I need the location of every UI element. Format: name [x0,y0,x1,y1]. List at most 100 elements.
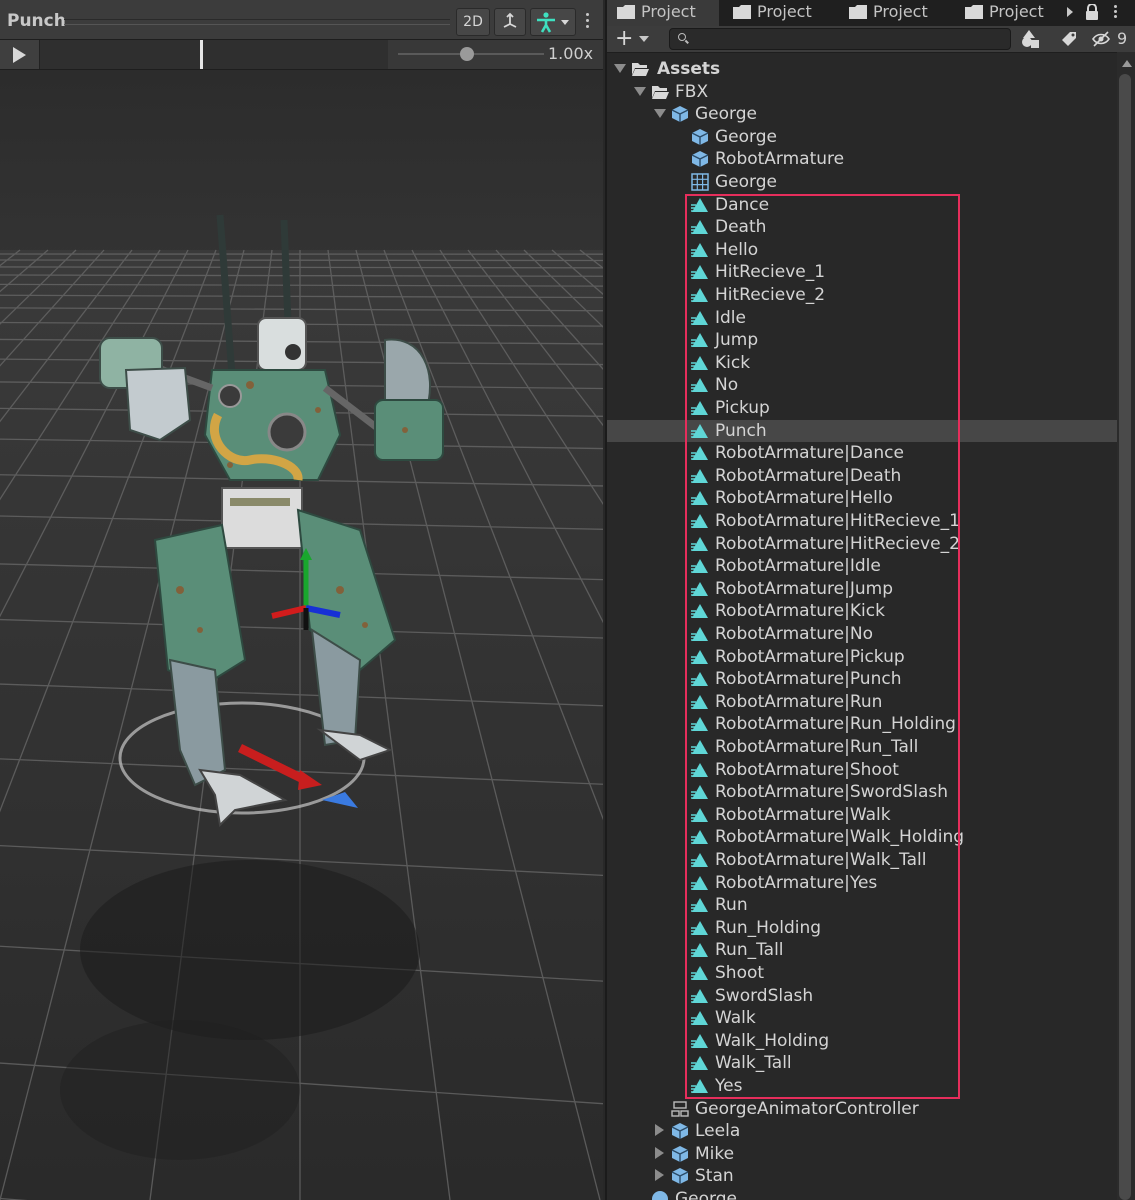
animation-clip-item[interactable]: Run_Holding [607,917,1117,939]
animation-clip-item[interactable]: RobotArmature|Dance [607,442,1117,464]
preview-menu-icon[interactable] [586,13,590,31]
pivot-toggle-button[interactable] [494,8,526,36]
expand-arrow-icon[interactable] [654,109,666,119]
animation-clip-item[interactable]: Run [607,894,1117,916]
animation-clip-item[interactable]: Punch [607,419,1117,442]
tab-project-1[interactable]: Project [607,0,719,26]
tree-item-george-mesh[interactable]: George [607,126,1117,148]
animation-clip-item[interactable]: RobotArmature|Run [607,691,1117,713]
tree-item-label: Walk [715,1008,756,1029]
animation-clip-item[interactable]: RobotArmature|Walk [607,804,1117,826]
tab-label: Project [641,2,696,21]
animation-clip-item[interactable]: RobotArmature|Kick [607,600,1117,622]
animation-clip-icon [691,898,708,913]
animation-clip-icon [691,694,708,709]
tree-item-label: Assets [657,59,721,79]
animation-clip-item[interactable]: Idle [607,307,1117,329]
tab-project-4[interactable]: Project [955,0,1067,26]
animation-clip-item[interactable]: Walk_Tall [607,1052,1117,1074]
animation-clip-item[interactable]: RobotArmature|No [607,623,1117,645]
animation-clip-item[interactable]: HitRecieve_1 [607,261,1117,283]
animation-clip-icon [691,649,708,664]
create-button[interactable]: + [615,26,633,52]
toggle-2d-button[interactable]: 2D [456,8,490,36]
animation-clip-item[interactable]: Hello [607,239,1117,261]
search-field[interactable] [669,28,1011,50]
tree-item-partial[interactable]: George [607,1188,1117,1200]
tree-item-george-avatar[interactable]: George [607,171,1117,193]
collapsed-arrow-icon[interactable] [655,1124,664,1137]
animation-clip-item[interactable]: RobotArmature|Walk_Holding [607,826,1117,848]
collapsed-arrow-icon[interactable] [655,1146,664,1159]
preview-viewport[interactable] [0,70,603,1200]
animation-clip-item[interactable]: Walk_Holding [607,1030,1117,1052]
play-button[interactable] [0,40,40,69]
animation-clip-item[interactable]: RobotArmature|Yes [607,872,1117,894]
model-prefab-icon [671,1123,689,1140]
chevron-down-icon[interactable] [639,36,649,42]
animation-clip-item[interactable]: Yes [607,1075,1117,1097]
playhead[interactable] [200,40,203,69]
animation-clip-item[interactable]: Run_Tall [607,939,1117,961]
animation-clip-item[interactable]: RobotArmature|SwordSlash [607,781,1117,803]
animation-clip-item[interactable]: Pickup [607,397,1117,419]
animation-clip-item[interactable]: RobotArmature|Punch [607,668,1117,690]
collapsed-arrow-icon[interactable] [655,1169,664,1182]
search-by-type-icon[interactable] [1017,28,1047,50]
tree-item-fbx[interactable]: FBX [607,81,1117,103]
animation-clip-item[interactable]: RobotArmature|Run_Holding [607,713,1117,735]
tab-label: Project [757,2,812,21]
animation-clip-item[interactable]: RobotArmature|Pickup [607,646,1117,668]
animation-clip-item[interactable]: HitRecieve_2 [607,284,1117,306]
tree-item-label: Kick [715,352,751,373]
animation-preview-panel: Punch 2D 1.00x [0,0,603,1200]
tab-project-3[interactable]: Project [839,0,951,26]
tab-project-2[interactable]: Project [723,0,835,26]
tree-item-label: Idle [715,307,746,328]
tree-item-animator-controller[interactable]: GeorgeAnimatorController [607,1098,1117,1120]
avatar-selector-button[interactable] [530,8,576,36]
animation-clip-item[interactable]: No [607,374,1117,396]
animation-clip-item[interactable]: RobotArmature|Hello [607,487,1117,509]
panel-menu-icon[interactable] [1114,5,1117,20]
timeline-scrubber[interactable] [40,40,388,69]
animation-clip-item[interactable]: RobotArmature|HitRecieve_1 [607,510,1117,532]
animation-clip-item[interactable]: Jump [607,329,1117,351]
animation-clip-item[interactable]: RobotArmature|Shoot [607,759,1117,781]
animation-clip-item[interactable]: Shoot [607,962,1117,984]
tree-item-model[interactable]: Stan [607,1165,1117,1187]
animation-clip-item[interactable]: RobotArmature|Death [607,465,1117,487]
tab-overflow-arrow-icon[interactable] [1067,7,1073,17]
animation-clip-item[interactable]: Dance [607,194,1117,216]
label-tag-icon[interactable] [1054,28,1084,50]
speed-slider-knob[interactable] [460,47,474,61]
animation-clip-item[interactable]: RobotArmature|Run_Tall [607,736,1117,758]
animation-clip-item[interactable]: RobotArmature|Jump [607,578,1117,600]
lock-icon[interactable] [1085,4,1099,20]
project-tab-bar: Project Project Project Project [607,0,1135,26]
tree-item-model[interactable]: Mike [607,1143,1117,1165]
tree-item-assets[interactable]: Assets [607,58,1117,80]
tree-item-robot-armature[interactable]: RobotArmature [607,148,1117,170]
model-prefab-icon [671,1145,689,1162]
tree-item-label: George [695,104,757,125]
tree-item-label: Pickup [715,398,770,418]
animation-clip-item[interactable]: SwordSlash [607,985,1117,1007]
animation-clip-item[interactable]: Kick [607,352,1117,374]
animation-clip-item[interactable]: RobotArmature|Idle [607,555,1117,577]
animation-clip-item[interactable]: Walk [607,1007,1117,1029]
scroll-thumb[interactable] [1119,74,1131,1200]
animation-clip-item[interactable]: RobotArmature|HitRecieve_2 [607,533,1117,555]
animation-clip-item[interactable]: Death [607,216,1117,238]
expand-arrow-icon[interactable] [634,86,646,96]
animation-clip-icon [691,717,708,732]
tree-item-label: SwordSlash [715,985,814,1006]
tree-item-george-model[interactable]: George [607,103,1117,125]
tree-item-model[interactable]: Leela [607,1120,1117,1142]
open-folder-icon [652,85,669,99]
vertical-scrollbar[interactable] [1117,52,1135,1200]
sphere-icon [652,1191,668,1200]
expand-arrow-icon[interactable] [614,64,626,73]
animation-clip-item[interactable]: RobotArmature|Walk_Tall [607,849,1117,871]
scroll-up-arrow-icon[interactable] [1122,60,1132,67]
